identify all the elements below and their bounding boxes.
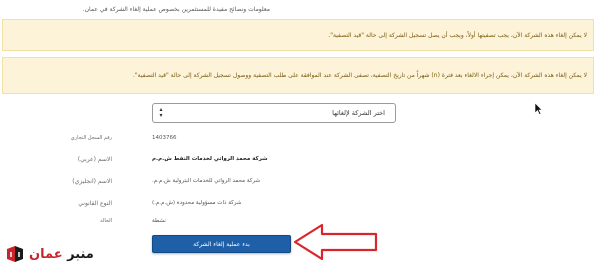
pointing-arrow-icon bbox=[293, 223, 378, 261]
mouse-cursor-icon bbox=[535, 103, 543, 115]
logo-accent-text: عمان bbox=[29, 246, 63, 262]
name-ar-label: الاسم (عربي) bbox=[77, 156, 112, 163]
alert-must-liquidate: لا يمكن إلغاء هذه الشركة الآن، يجب تصفيت… bbox=[2, 19, 594, 51]
info-title: معلومات ونصائح مفيدة للمستثمرين بخصوص عم… bbox=[82, 6, 270, 13]
legal-type-label: النوع القانوني bbox=[78, 200, 112, 207]
cr-number-label: رقم السجل التجاري bbox=[70, 135, 112, 141]
site-logo: منبر عمان bbox=[5, 243, 94, 265]
name-en-label: الاسم (انجليزي) bbox=[72, 178, 112, 185]
cr-number-value: 1403766 bbox=[152, 135, 177, 141]
start-cancellation-button[interactable]: بدء عملية إلغاء الشركة bbox=[152, 235, 291, 253]
select-arrows-icon: ▴ ▾ bbox=[159, 106, 163, 119]
legal-type-value: شركة ذات مسؤولية محدودة (ش.م.م.) bbox=[152, 200, 242, 206]
site-logo-text: منبر عمان bbox=[29, 247, 94, 262]
company-select[interactable]: اختر الشركة لإلغائها ▴ ▾ bbox=[152, 103, 396, 123]
name-en-value: شركة محمد الرواتي للخدمات البترولية ش.م.… bbox=[152, 178, 261, 184]
name-ar-value: شركة محمد الرواتي لخدمات النفط ش.م.م bbox=[152, 156, 268, 162]
status-value: نشطة bbox=[152, 218, 166, 224]
alert-text: لا يمكن إلغاء هذه الشركة الآن، يجب تصفيت… bbox=[328, 31, 587, 39]
alert-text: لا يمكن إلغاء هذه الشركة الآن، يمكن إجرا… bbox=[133, 72, 587, 79]
start-cancellation-label: بدء عملية إلغاء الشركة bbox=[193, 240, 250, 248]
site-logo-icon bbox=[7, 246, 23, 262]
page: معلومات ونصائح مفيدة للمستثمرين بخصوص عم… bbox=[0, 0, 600, 272]
logo-main-text: منبر bbox=[67, 246, 94, 262]
company-select-value: اختر الشركة لإلغائها bbox=[332, 109, 385, 117]
alert-waiting-period: لا يمكن إلغاء هذه الشركة الآن، يمكن إجرا… bbox=[2, 57, 594, 94]
status-label: الحالة bbox=[100, 218, 112, 224]
